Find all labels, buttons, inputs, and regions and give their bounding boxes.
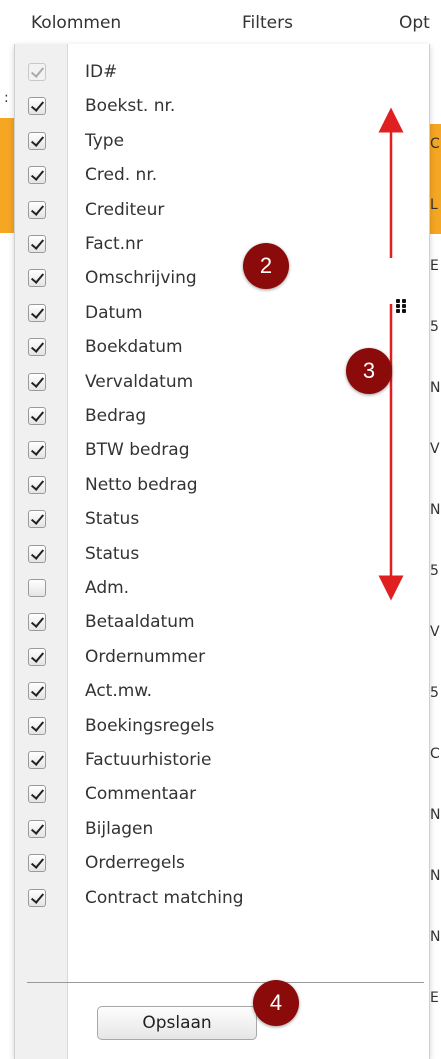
annotation-badge-2: 2 bbox=[243, 243, 289, 289]
annotation-badge-3: 3 bbox=[346, 348, 392, 394]
annotation-arrows bbox=[378, 107, 404, 601]
annotation-badge-4: 4 bbox=[253, 980, 299, 1026]
